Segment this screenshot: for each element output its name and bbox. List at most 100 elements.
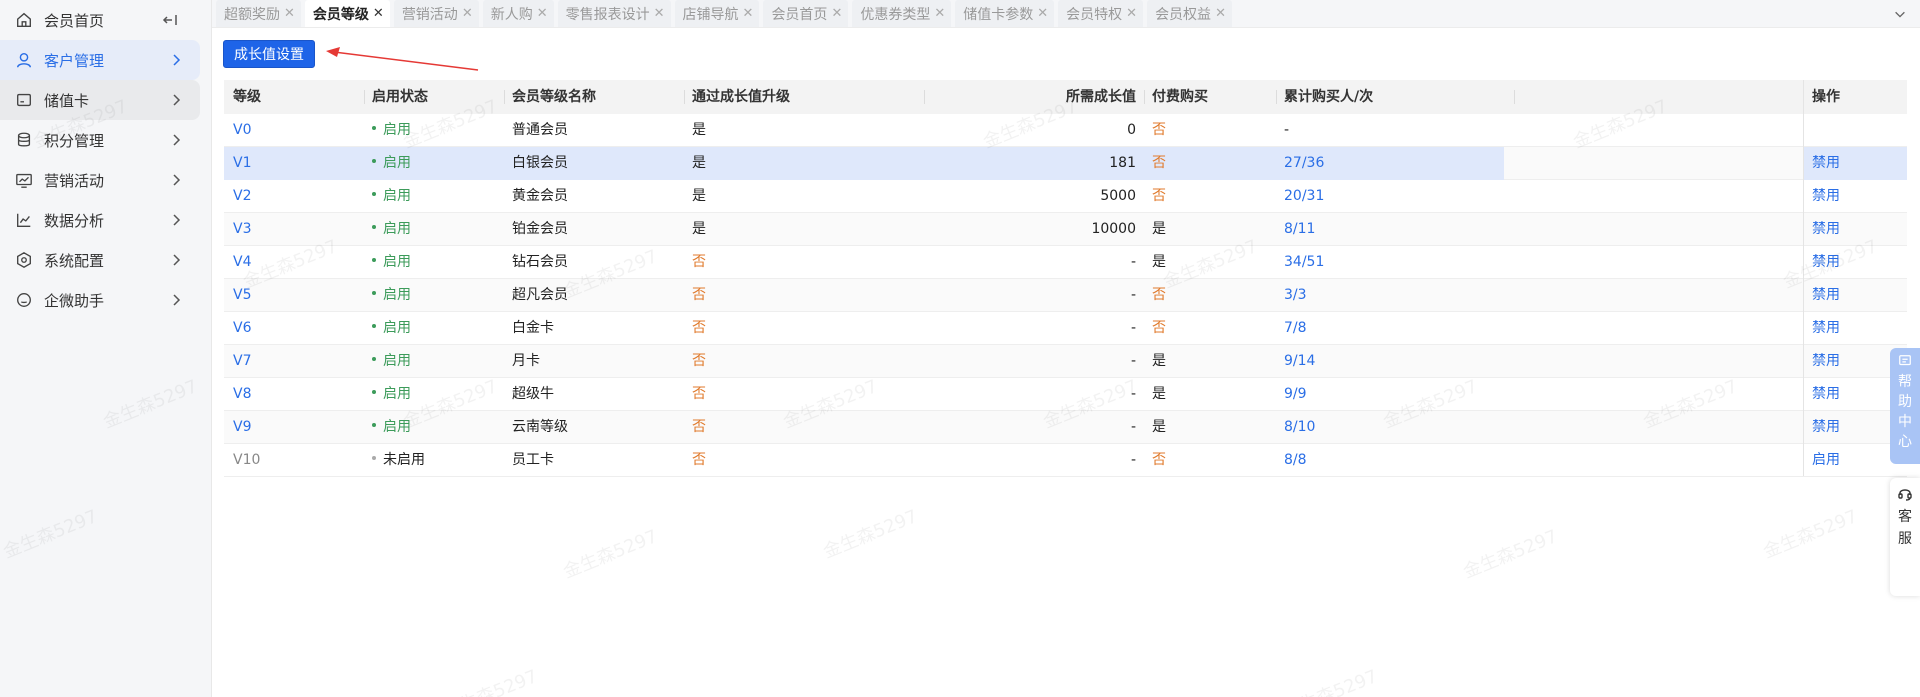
close-icon[interactable]: ✕ <box>284 6 295 21</box>
close-icon[interactable]: ✕ <box>373 6 384 21</box>
level-link[interactable]: V3 <box>233 213 251 246</box>
paid-flag: 否 <box>1152 155 1166 171</box>
table-row[interactable]: V5 启用 超凡会员 否 - 否 3/3 禁用 <box>224 279 1907 312</box>
customer-service-button[interactable]: 客 服 <box>1890 478 1920 596</box>
table-row[interactable]: V4 启用 钻石会员 否 - 是 34/51 禁用 <box>224 246 1907 279</box>
status-dot <box>372 456 376 460</box>
close-icon[interactable]: ✕ <box>743 6 754 21</box>
column-divider <box>924 90 925 104</box>
operation-link[interactable]: 禁用 <box>1812 213 1840 246</box>
purchase-count[interactable]: 34/51 <box>1284 246 1324 279</box>
level-link[interactable]: V6 <box>233 312 251 345</box>
operation-link[interactable]: 禁用 <box>1812 378 1840 411</box>
tab-coupon-type[interactable]: 优惠券类型 ✕ <box>852 0 952 27</box>
level-link[interactable]: V9 <box>233 411 251 444</box>
status-text: 启用 <box>383 287 411 303</box>
tab-label: 会员权益 <box>1155 6 1212 23</box>
status-dot <box>372 225 376 229</box>
growth-setting-button[interactable]: 成长值设置 <box>223 40 315 68</box>
chevron-right-icon <box>168 292 184 308</box>
growth-value: 0 <box>1127 122 1136 138</box>
operation-link[interactable]: 禁用 <box>1812 279 1840 312</box>
tab-store-nav[interactable]: 店铺导航 ✕ <box>674 0 760 27</box>
purchase-count[interactable]: 3/3 <box>1284 279 1307 312</box>
level-link[interactable]: V2 <box>233 180 251 213</box>
level-link[interactable]: V1 <box>233 147 251 180</box>
sidebar-item-analytics[interactable]: 数据分析 <box>0 200 200 240</box>
sidebar-item-wecom[interactable]: 企微助手 <box>0 280 200 320</box>
purchase-count[interactable]: 20/31 <box>1284 180 1324 213</box>
status-cell: 启用 <box>372 246 411 279</box>
paid-flag: 是 <box>1152 254 1166 270</box>
level-name: 月卡 <box>512 353 540 369</box>
purchase-count[interactable]: 8/10 <box>1284 411 1315 444</box>
purchase-count[interactable]: 9/9 <box>1284 378 1307 411</box>
close-icon[interactable]: ✕ <box>1126 6 1137 21</box>
help-center-button[interactable]: 帮 助 中 心 <box>1890 348 1920 464</box>
table-row[interactable]: V7 启用 月卡 否 - 是 9/14 禁用 <box>224 345 1907 378</box>
operation-link[interactable]: 禁用 <box>1812 312 1840 345</box>
purchase-count[interactable]: 9/14 <box>1284 345 1315 378</box>
table-row[interactable]: V6 启用 白金卡 否 - 否 7/8 禁用 <box>224 312 1907 345</box>
sidebar-item-stored-card[interactable]: 储值卡 <box>0 80 200 120</box>
sidebar-item-marketing[interactable]: 营销活动 <box>0 160 200 200</box>
operation-link[interactable]: 禁用 <box>1812 246 1840 279</box>
close-icon[interactable]: ✕ <box>1215 6 1226 21</box>
tab-card-params[interactable]: 储值卡参数 ✕ <box>955 0 1055 27</box>
collapse-sidebar-icon[interactable] <box>162 12 178 28</box>
purchase-count[interactable]: 7/8 <box>1284 312 1307 345</box>
status-cell: 启用 <box>372 147 411 180</box>
tab-member-level[interactable]: 会员等级 ✕ <box>304 0 390 27</box>
close-icon[interactable]: ✕ <box>654 6 665 21</box>
purchase-count[interactable]: 8/11 <box>1284 213 1315 246</box>
operation-link[interactable]: 禁用 <box>1812 345 1840 378</box>
tab-new-buyer[interactable]: 新人购 ✕ <box>482 0 554 27</box>
sidebar-item-label: 系统配置 <box>44 251 105 270</box>
table-row[interactable]: V2 启用 黄金会员 是 5000 否 20/31 禁用 <box>224 180 1907 213</box>
operation-link[interactable]: 禁用 <box>1812 147 1840 180</box>
tab-retail-report[interactable]: 零售报表设计 ✕ <box>557 0 671 27</box>
level-link[interactable]: V0 <box>233 114 251 147</box>
tab-member-rights[interactable]: 会员权益 ✕ <box>1147 0 1232 27</box>
paid-flag: 是 <box>1152 419 1166 435</box>
growth-value: 10000 <box>1091 221 1136 237</box>
level-link[interactable]: V10 <box>233 444 260 477</box>
growth-value: - <box>1130 386 1136 402</box>
purchase-count[interactable]: 27/36 <box>1284 147 1324 180</box>
chevron-down-icon[interactable] <box>1890 4 1910 24</box>
tab-marketing[interactable]: 营销活动 ✕ <box>393 0 479 27</box>
table-row[interactable]: V3 启用 铂金会员 是 10000 是 8/11 禁用 <box>224 213 1907 246</box>
operation-link[interactable]: 禁用 <box>1812 180 1840 213</box>
upgrade-flag: 否 <box>692 287 706 303</box>
help-char: 中 <box>1898 414 1912 430</box>
close-icon[interactable]: ✕ <box>1037 6 1048 21</box>
level-link[interactable]: V4 <box>233 246 251 279</box>
status-text: 启用 <box>383 386 411 402</box>
sidebar-item-system[interactable]: 系统配置 <box>0 240 200 280</box>
level-link[interactable]: V7 <box>233 345 251 378</box>
table-row[interactable]: V10 未启用 员工卡 否 - 否 8/8 启用 <box>224 444 1907 477</box>
sidebar-item-points[interactable]: 积分管理 <box>0 120 200 160</box>
paid-flag: 是 <box>1152 221 1166 237</box>
table-row[interactable]: V8 启用 超级牛 否 - 是 9/9 禁用 <box>224 378 1907 411</box>
upgrade-flag: 否 <box>692 452 706 468</box>
sidebar-item-member-home[interactable]: 会员首页 <box>0 0 200 40</box>
close-icon[interactable]: ✕ <box>934 6 945 21</box>
paid-flag: 否 <box>1152 188 1166 204</box>
purchase-count[interactable]: 8/8 <box>1284 444 1307 477</box>
tab-member-home[interactable]: 会员首页 ✕ <box>763 0 849 27</box>
close-icon[interactable]: ✕ <box>462 6 473 21</box>
level-link[interactable]: V8 <box>233 378 251 411</box>
close-icon[interactable]: ✕ <box>831 6 842 21</box>
table-row[interactable]: V1 启用 白银会员 是 181 否 27/36 禁用 <box>224 147 1907 180</box>
close-icon[interactable]: ✕ <box>537 6 548 21</box>
sidebar-item-customer[interactable]: 客户管理 <box>0 40 200 80</box>
table-row[interactable]: V9 启用 云南等级 否 - 是 8/10 禁用 <box>224 411 1907 444</box>
tab-excess-reward[interactable]: 超额奖励 ✕ <box>216 0 301 27</box>
operation-link[interactable]: 启用 <box>1812 444 1840 477</box>
level-link[interactable]: V5 <box>233 279 251 312</box>
column-header-paid: 付费购买 <box>1152 89 1208 105</box>
table-row[interactable]: V0 启用 普通会员 是 0 否 - <box>224 114 1907 147</box>
tab-member-privilege[interactable]: 会员特权 ✕ <box>1058 0 1144 27</box>
operation-link[interactable]: 禁用 <box>1812 411 1840 444</box>
